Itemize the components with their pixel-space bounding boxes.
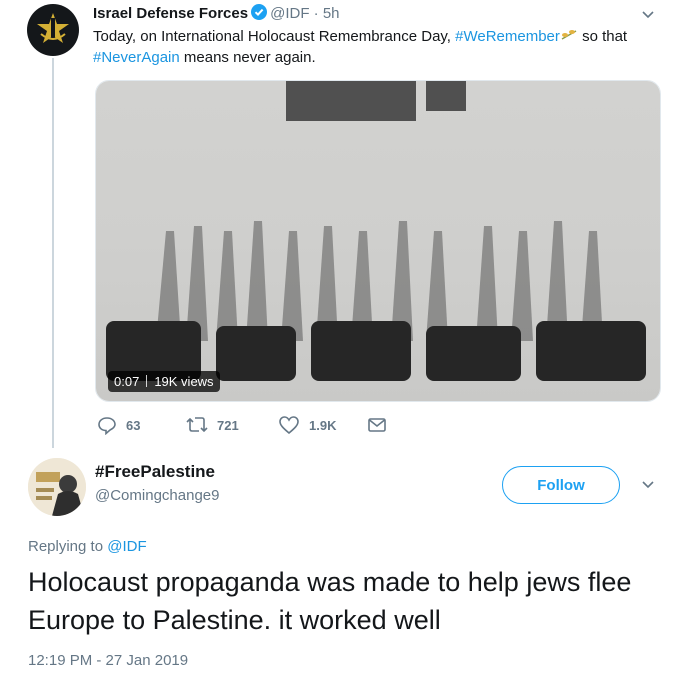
video-duration: 0:07	[114, 374, 140, 389]
retweet-count: 721	[217, 417, 239, 433]
dm-button[interactable]	[367, 415, 396, 435]
video-player[interactable]: 0:07 19K views	[95, 80, 661, 402]
reply-icon	[98, 417, 116, 435]
reply-button[interactable]: 63	[97, 415, 140, 435]
chevron-down-icon[interactable]	[641, 8, 655, 22]
retweet-icon	[186, 417, 208, 433]
user-avatar[interactable]	[28, 458, 86, 516]
like-button[interactable]: 1.9K	[278, 415, 336, 435]
author-name[interactable]: Israel Defense Forces	[93, 5, 248, 22]
thread-line	[52, 58, 54, 448]
dm-icon	[368, 418, 386, 432]
hashtag-weremember[interactable]: #WeRemember	[455, 28, 560, 45]
verified-icon	[251, 4, 268, 20]
video-badge: 0:07 19K views	[108, 371, 220, 392]
tweet-text-part: means never again.	[179, 49, 316, 66]
tweet-text: Today, on International Holocaust Rememb…	[93, 26, 663, 68]
video-views: 19K views	[154, 374, 214, 389]
tweet-time[interactable]: · 5h	[314, 5, 340, 22]
video-frame	[96, 81, 660, 401]
tweet-timestamp[interactable]: 12:19 PM - 27 Jan 2019	[28, 652, 188, 669]
idf-avatar[interactable]	[27, 4, 79, 56]
author-handle[interactable]: @IDF	[270, 5, 309, 22]
tweet-actions: 63 721 1.9K	[97, 415, 497, 439]
tweet-text: Holocaust propaganda was made to help je…	[28, 567, 632, 635]
follow-button[interactable]: Follow	[502, 466, 620, 504]
replying-to: Replying to @IDF	[28, 538, 147, 555]
like-count: 1.9K	[309, 417, 337, 433]
hashtag-neveragain[interactable]: #NeverAgain	[93, 49, 180, 66]
reply-count: 63	[126, 417, 141, 433]
tweet-text-part: so that	[577, 28, 628, 45]
replying-mention[interactable]: @IDF	[107, 538, 146, 555]
replying-prefix: Replying to	[28, 538, 108, 555]
tweet-text-part: Today, on International Holocaust Rememb…	[93, 28, 456, 45]
flower-emoji-icon	[561, 30, 577, 40]
avatar-image	[28, 458, 86, 516]
author-name[interactable]: #FreePalestine	[95, 462, 215, 482]
idf-logo-icon	[37, 13, 69, 44]
like-icon	[279, 416, 299, 435]
author-handle[interactable]: @Comingchange9	[95, 487, 219, 504]
tweet-header: Israel Defense Forces @IDF · 5h	[93, 4, 340, 22]
retweet-button[interactable]: 721	[186, 415, 239, 435]
chevron-down-icon[interactable]	[641, 478, 655, 492]
